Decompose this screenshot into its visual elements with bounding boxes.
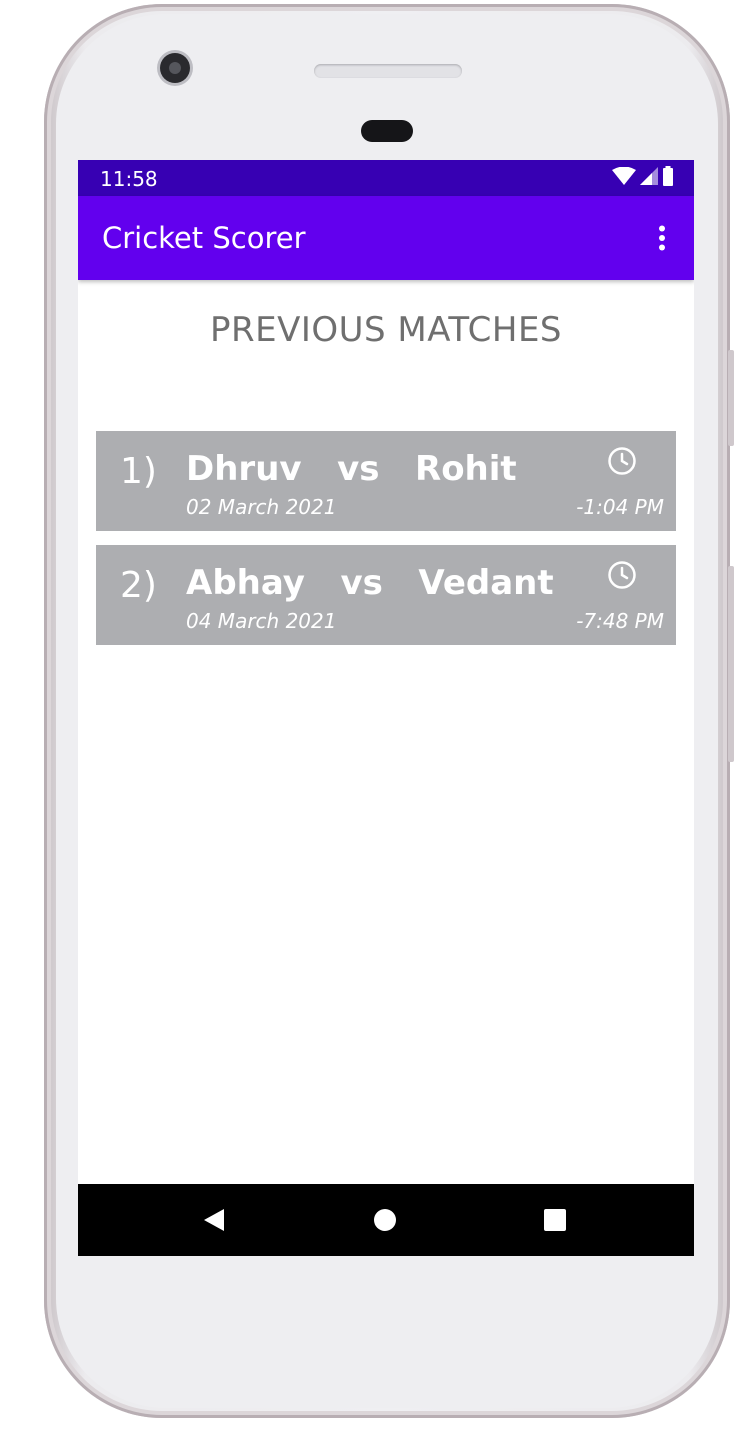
team-a-name: Dhruv (186, 449, 302, 489)
match-index: 2) (120, 565, 157, 606)
match-time: -1:04 PM (576, 495, 664, 519)
app-bar: Cricket Scorer (78, 196, 694, 280)
wifi-icon (612, 166, 636, 190)
volume-button (728, 566, 734, 762)
back-icon[interactable] (200, 1206, 228, 1234)
status-icons (612, 165, 674, 191)
status-time: 11:58 (100, 167, 158, 191)
match-players: Dhruv vs Rohit (186, 449, 517, 489)
match-time: -7:48 PM (576, 609, 664, 633)
clock-icon (606, 445, 638, 477)
battery-icon (662, 165, 674, 191)
team-a-name: Abhay (186, 563, 305, 603)
front-camera (160, 53, 190, 83)
recents-icon[interactable] (541, 1206, 569, 1234)
vs-label: vs (340, 563, 383, 603)
match-card[interactable]: 2) Abhay vs Vedant 04 March 2021 -7:48 P… (96, 545, 676, 645)
match-date: 04 March 2021 (186, 609, 337, 633)
home-icon[interactable] (371, 1206, 399, 1234)
more-vert-icon[interactable] (650, 220, 674, 256)
match-index: 1) (120, 451, 157, 492)
power-button (728, 350, 734, 446)
proximity-sensor (361, 120, 413, 142)
team-b-name: Vedant (418, 563, 554, 603)
signal-icon (640, 166, 658, 190)
clock-icon (606, 559, 638, 591)
status-bar: 11:58 (78, 160, 694, 196)
match-card[interactable]: 1) Dhruv vs Rohit 02 March 2021 -1:04 PM (96, 431, 676, 531)
earpiece-speaker (314, 64, 462, 78)
match-list: 1) Dhruv vs Rohit 02 March 2021 -1:04 PM… (96, 431, 676, 659)
team-b-name: Rohit (415, 449, 517, 489)
vs-label: vs (337, 449, 380, 489)
match-date: 02 March 2021 (186, 495, 337, 519)
page-heading: PREVIOUS MATCHES (209, 310, 563, 350)
navigation-bar (78, 1184, 694, 1256)
app-title: Cricket Scorer (102, 221, 306, 255)
match-players: Abhay vs Vedant (186, 563, 554, 603)
screen: 11:58 Cricket Scorer PREVIOUS MATCHES 1)… (78, 160, 694, 1256)
